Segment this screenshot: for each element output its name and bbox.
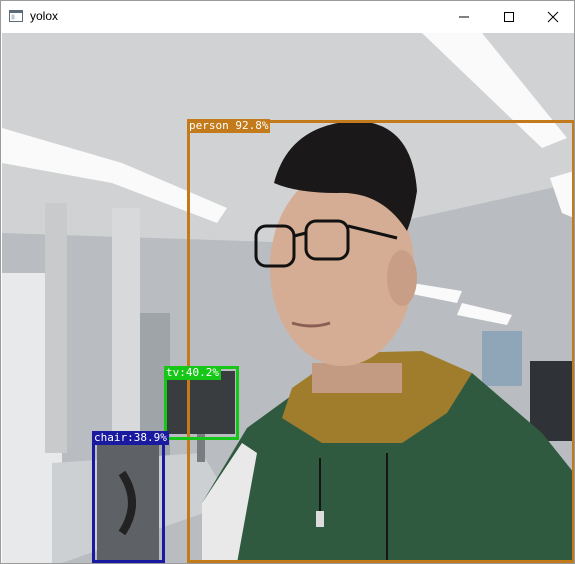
maximize-icon bbox=[504, 11, 514, 22]
chair-detection-label: chair:38.9% bbox=[92, 431, 169, 445]
chair-bounding-box bbox=[92, 431, 165, 563]
close-icon bbox=[547, 11, 559, 22]
person-detection-label: person 92.8% bbox=[187, 119, 271, 133]
camera-frame: person 92.8% tv:40.2% chair:38.9% bbox=[2, 33, 574, 563]
tv-detection-label: tv:40.2% bbox=[164, 366, 221, 380]
window-title: yolox bbox=[30, 9, 59, 23]
minimize-icon bbox=[459, 16, 469, 17]
close-button[interactable] bbox=[530, 1, 574, 32]
maximize-button[interactable] bbox=[486, 1, 532, 32]
title-bar[interactable]: yolox bbox=[1, 1, 574, 32]
person-bounding-box bbox=[187, 120, 574, 563]
window-app-icon bbox=[9, 10, 23, 22]
yolox-window: yolox person 92.8% tv:40.2% chair:38.9% bbox=[0, 0, 575, 564]
minimize-button[interactable] bbox=[441, 1, 487, 32]
